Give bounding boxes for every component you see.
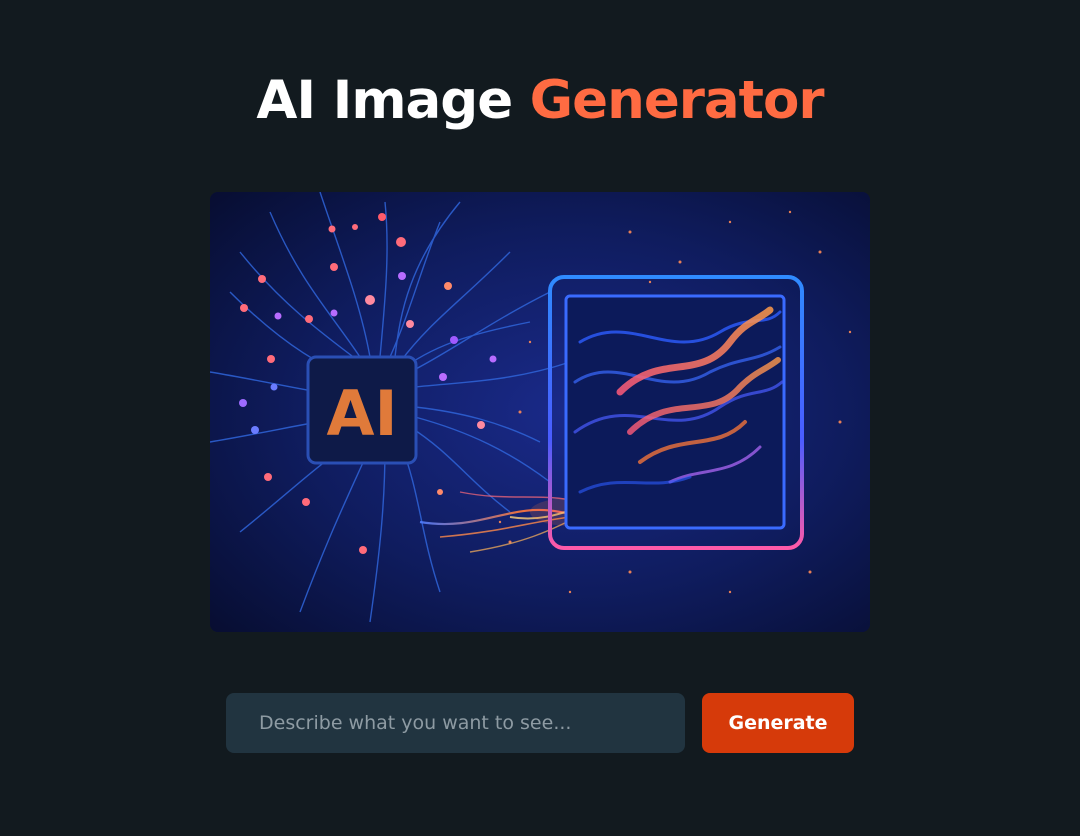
hero-illustration: AI [210,192,870,632]
page-title: AI Image Generator [0,66,1080,136]
title-accent: Generator [529,70,825,131]
title-primary: AI Image [256,70,513,131]
chip-label: AI [326,377,397,450]
app-page: AI Image Generator AI Describe what you … [0,0,1080,836]
prompt-input[interactable] [226,693,685,753]
generate-button[interactable]: Generate [702,693,854,753]
prompt-bar: Generate [226,693,854,753]
